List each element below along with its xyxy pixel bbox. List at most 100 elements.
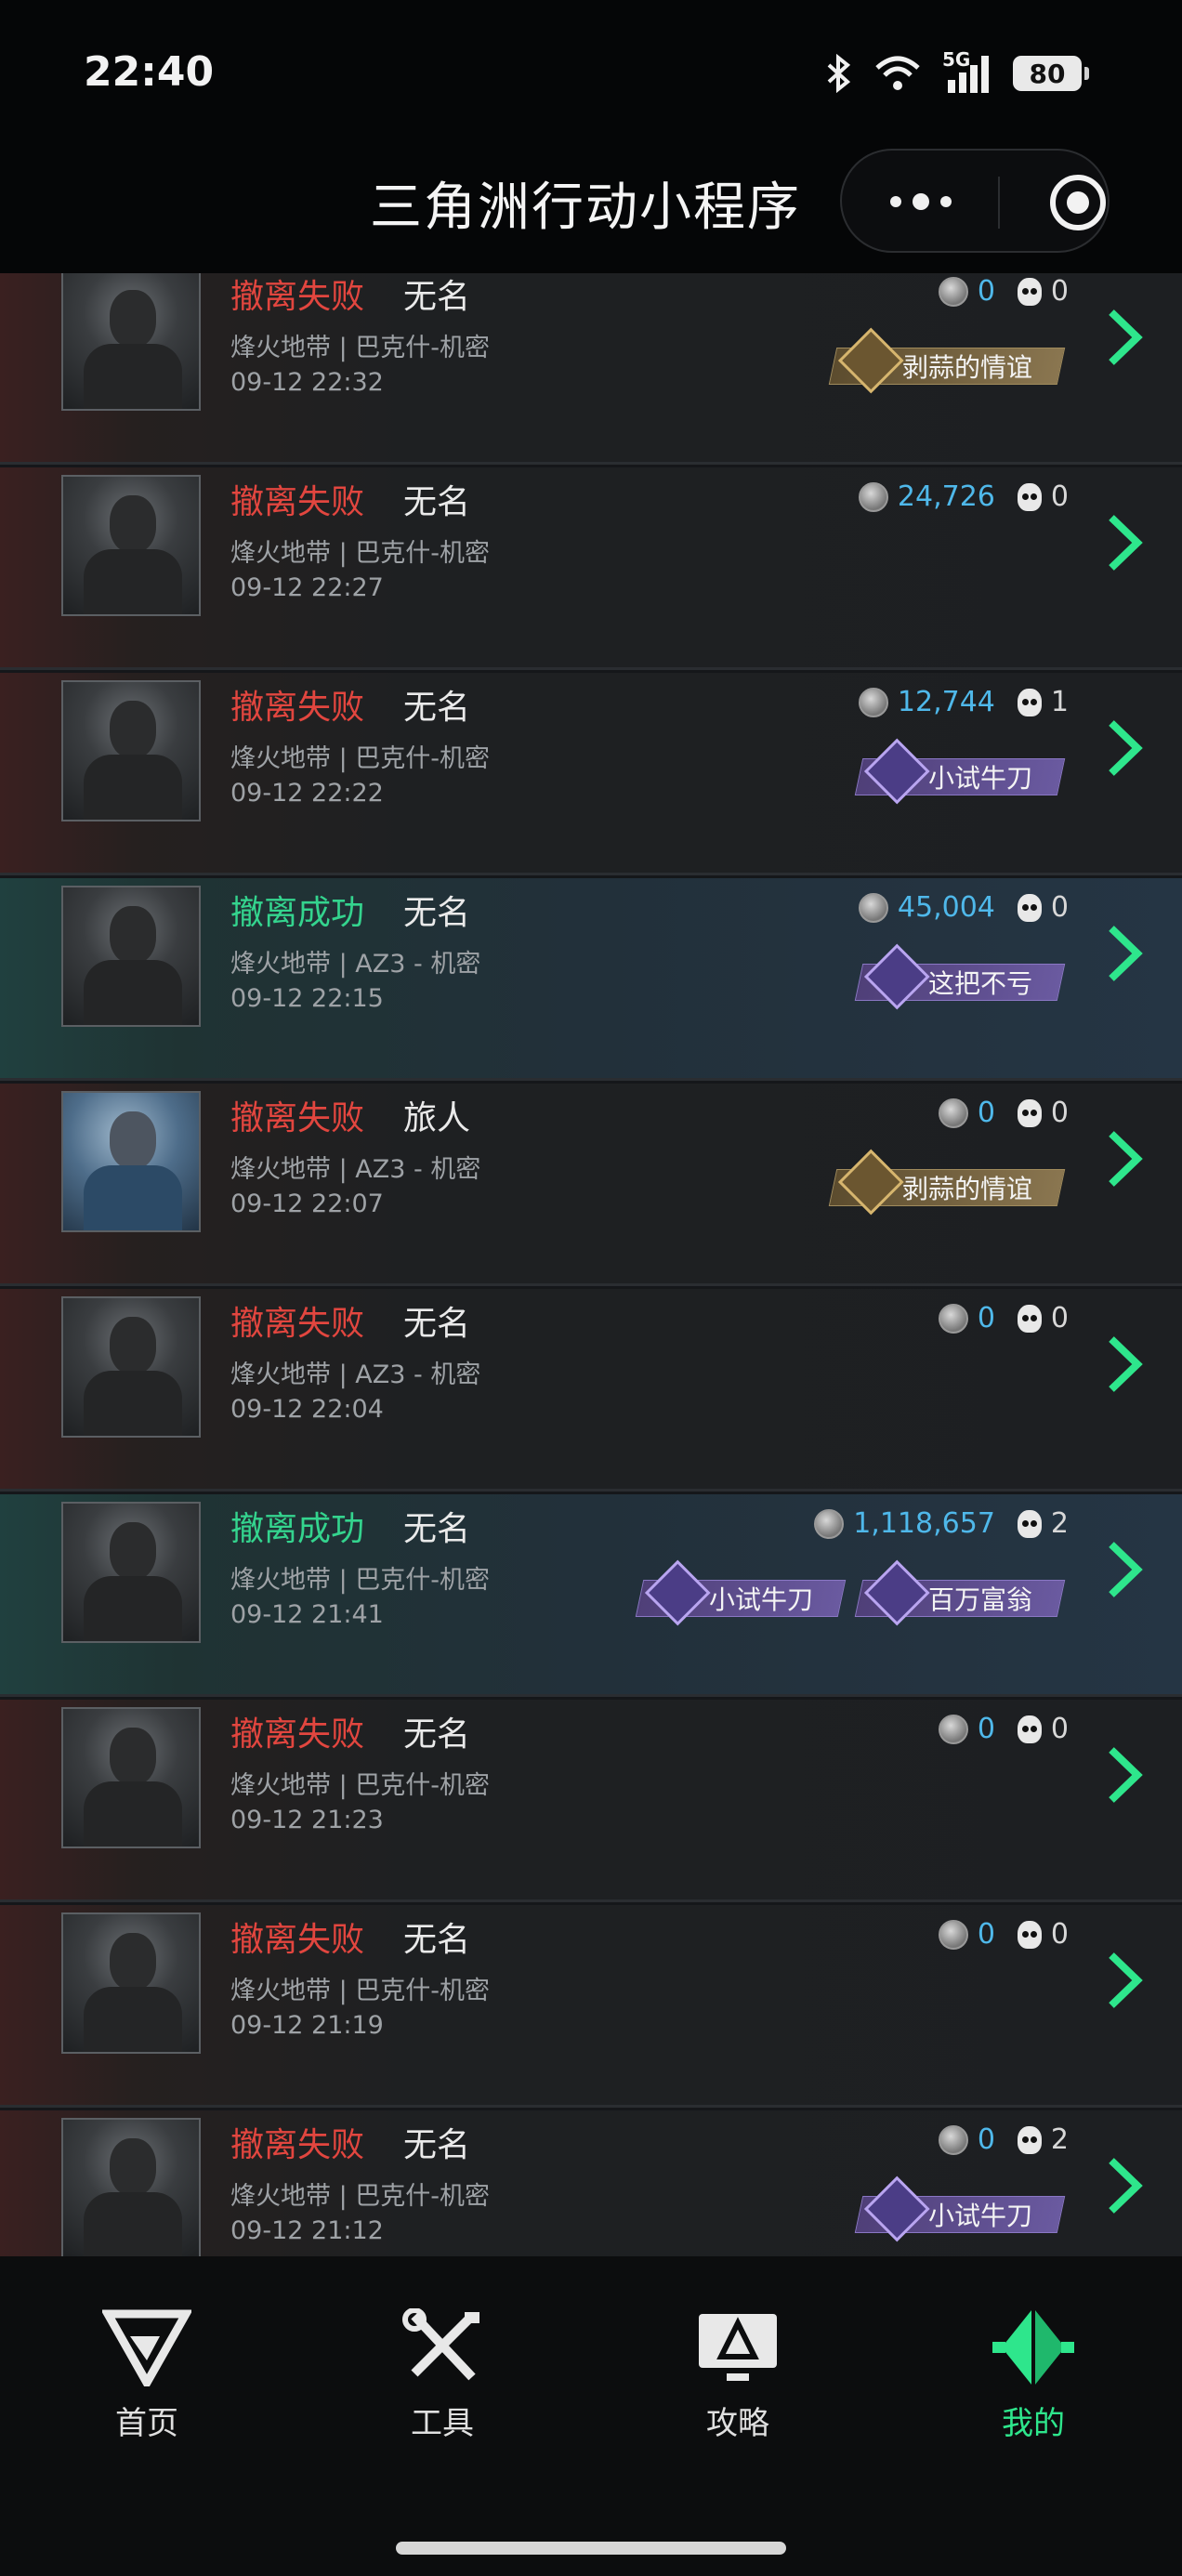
skull-kill-icon [1017,1098,1042,1127]
nav-item-profile[interactable]: 我的 [940,2308,1126,2443]
match-time: 09-12 21:19 [230,2011,384,2040]
match-record-row[interactable]: 撤离失败 旅人 烽火地带 | AZ3 - 机密 09-12 22:07 0 0 … [0,1084,1182,1286]
coin-icon [858,687,888,717]
extraction-outcome: 撤离失败 [230,1715,365,1754]
match-record-row[interactable]: 撤离失败 无名 烽火地带 | 巴克什-机密 09-12 21:12 0 2 小试… [0,2110,1182,2256]
bluetooth-icon [827,54,851,93]
match-record-row[interactable]: 撤离失败 无名 烽火地带 | 巴克什-机密 09-12 21:19 0 0 [0,1905,1182,2108]
operator-avatar [61,1091,201,1232]
bottom-nav: 首页 工具 攻略 我的 [0,2256,1182,2576]
player-name: 无名 [403,689,471,727]
match-record-row[interactable]: 撤离成功 无名 烽火地带 | AZ3 - 机密 09-12 22:15 45,0… [0,878,1182,1081]
match-record-row[interactable]: 撤离失败 无名 烽火地带 | 巴克什-机密 09-12 22:32 0 0 剥蒜… [0,273,1182,465]
profile-logo-icon [992,2310,1074,2385]
map-info: 烽火地带 | 巴克什-机密 [230,1977,491,2005]
extraction-outcome: 撤离失败 [230,1099,365,1137]
player-name: 无名 [403,2126,471,2164]
operator-avatar [61,1707,201,1848]
player-name: 无名 [403,1305,471,1343]
map-info: 烽火地带 | AZ3 - 机密 [230,950,481,979]
skull-kill-icon [1017,1509,1042,1538]
chevron-right-icon[interactable] [1102,1537,1147,1602]
chevron-right-icon[interactable] [1102,1332,1147,1397]
match-time: 09-12 21:41 [230,1600,384,1629]
chevron-right-icon[interactable] [1102,305,1147,370]
match-record-row[interactable]: 撤离失败 无名 烽火地带 | AZ3 - 机密 09-12 22:04 0 0 [0,1289,1182,1492]
extraction-outcome: 撤离失败 [230,483,365,521]
kill-count: 1 [1050,686,1069,718]
nav-item-home[interactable]: 首页 [54,2308,240,2443]
match-time: 09-12 22:15 [230,984,384,1013]
match-time: 09-12 21:23 [230,1806,384,1834]
badge-label: 百万富翁 [927,1584,1032,1615]
badge-emblem-icon [863,2175,930,2242]
chevron-right-icon[interactable] [1102,1948,1147,2013]
skull-kill-icon [1017,277,1042,306]
match-stats: 1,118,657 2 [814,1507,1069,1540]
nav-item-guide[interactable]: 攻略 [645,2308,831,2443]
badge-group: 剥蒜的情谊 [828,327,1066,394]
coin-icon [938,276,968,307]
match-time: 09-12 22:22 [230,779,384,808]
player-name: 无名 [403,1921,471,1959]
nav-label-tools: 工具 [411,2405,474,2442]
operator-avatar [61,886,201,1027]
more-dots-icon[interactable] [890,193,952,210]
status-icons: 5G 80 [825,48,1089,93]
badge-emblem-icon [644,1559,711,1626]
coin-value: 12,744 [897,686,995,718]
match-record-row[interactable]: 撤离失败 无名 烽火地带 | 巴克什-机密 09-12 22:22 12,744… [0,673,1182,875]
chevron-right-icon[interactable] [1102,2153,1147,2218]
coin-value: 24,726 [897,480,995,513]
kill-count: 2 [1050,1507,1069,1540]
chevron-right-icon[interactable] [1102,1742,1147,1807]
coin-icon [938,1919,968,1950]
status-bar: 22:40 5G 80 [0,0,1182,149]
nav-item-tools[interactable]: 工具 [349,2308,535,2443]
badge-emblem-icon [863,1559,930,1626]
player-name: 无名 [403,278,471,316]
match-record-row[interactable]: 撤离失败 无名 烽火地带 | 巴克什-机密 09-12 21:23 0 0 [0,1700,1182,1902]
match-time: 09-12 22:04 [230,1395,384,1424]
match-record-row[interactable]: 撤离成功 无名 烽火地带 | 巴克什-机密 09-12 21:41 1,118,… [0,1494,1182,1697]
chevron-right-icon[interactable] [1102,1126,1147,1191]
battery-indicator: 80 [1013,56,1089,91]
skull-kill-icon [1017,2125,1042,2154]
mini-program-capsule [840,149,1110,253]
kill-count: 0 [1050,1302,1069,1334]
badge-group: 剥蒜的情谊 [828,1149,1066,1216]
coin-icon [938,1097,968,1128]
coin-value: 0 [977,275,995,308]
achievement-badge: 小试牛刀 [635,1559,847,1626]
tools-icon [402,2308,479,2381]
map-info: 烽火地带 | 巴克什-机密 [230,744,491,773]
target-close-icon[interactable] [1050,175,1106,230]
skull-kill-icon [1017,1304,1042,1333]
nav-label-profile: 我的 [1002,2405,1065,2442]
achievement-badge: 百万富翁 [854,1559,1066,1626]
chevron-right-icon[interactable] [1102,921,1147,986]
coin-value: 0 [977,1713,995,1745]
skull-kill-icon [1017,893,1042,922]
match-stats: 0 2 [938,2123,1069,2156]
match-record-row[interactable]: 撤离失败 无名 烽火地带 | 巴克什-机密 09-12 22:27 24,726… [0,467,1182,670]
extraction-outcome: 撤离失败 [230,689,365,727]
badge-group: 小试牛刀 [854,2175,1066,2242]
map-info: 烽火地带 | AZ3 - 机密 [230,1155,481,1184]
achievement-badge: 剥蒜的情谊 [828,1149,1066,1216]
achievement-badge: 这把不亏 [854,943,1066,1010]
coin-value: 0 [977,2123,995,2156]
kill-count: 2 [1050,2123,1069,2156]
status-time: 22:40 [84,48,215,96]
operator-avatar [61,273,201,411]
coin-value: 1,118,657 [853,1507,995,1540]
map-info: 烽火地带 | 巴克什-机密 [230,2182,491,2211]
extraction-outcome: 撤离失败 [230,1921,365,1959]
match-stats: 45,004 0 [858,891,1069,924]
operator-avatar [61,1296,201,1438]
chevron-right-icon[interactable] [1102,716,1147,781]
skull-kill-icon [1017,1920,1042,1949]
achievement-badge: 小试牛刀 [854,738,1066,805]
kill-count: 0 [1050,1713,1069,1745]
chevron-right-icon[interactable] [1102,510,1147,575]
